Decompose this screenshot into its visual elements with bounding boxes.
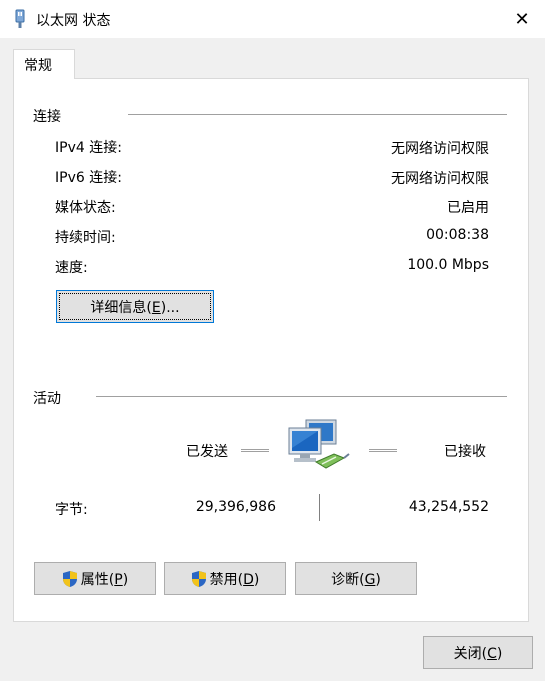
sent-line bbox=[241, 449, 269, 452]
title-bar: 以太网 状态 ✕ bbox=[0, 0, 545, 38]
close-icon: ✕ bbox=[514, 8, 530, 30]
bytes-label: 字节: bbox=[55, 502, 88, 518]
activity-group-divider bbox=[96, 396, 507, 397]
diagnose-button-label: 诊断(G) bbox=[331, 571, 381, 588]
speed-value: 100.0 Mbps bbox=[407, 257, 489, 273]
uac-shield-icon bbox=[191, 570, 206, 587]
tab-general[interactable]: 常规 bbox=[13, 49, 75, 79]
close-button-label: 关闭(C) bbox=[453, 645, 503, 662]
uac-shield-icon bbox=[62, 570, 77, 587]
bytes-received-value: 43,254,552 bbox=[408, 499, 489, 515]
diagnose-button[interactable]: 诊断(G) bbox=[295, 562, 417, 595]
network-computers-icon bbox=[288, 419, 350, 469]
connection-group-label: 连接 bbox=[33, 109, 61, 125]
media-state-value: 已启用 bbox=[447, 200, 489, 216]
ipv4-value: 无网络访问权限 bbox=[391, 141, 489, 157]
details-button[interactable]: 详细信息(E)... bbox=[56, 290, 214, 323]
received-line bbox=[369, 449, 397, 452]
window-title: 以太网 状态 bbox=[36, 13, 111, 29]
ipv4-label: IPv4 连接: bbox=[55, 140, 122, 156]
sent-label: 已发送 bbox=[186, 444, 228, 460]
bytes-sent-value: 29,396,986 bbox=[195, 499, 276, 515]
disable-button[interactable]: 禁用(D) bbox=[164, 562, 286, 595]
received-label: 已接收 bbox=[444, 444, 486, 460]
focus-rect bbox=[59, 293, 211, 320]
close-button[interactable]: 关闭(C) bbox=[423, 636, 533, 669]
tab-panel bbox=[13, 78, 529, 622]
properties-button[interactable]: 属性(P) bbox=[34, 562, 156, 595]
ipv6-label: IPv6 连接: bbox=[55, 170, 122, 186]
close-window-button[interactable]: ✕ bbox=[499, 0, 545, 38]
ipv6-value: 无网络访问权限 bbox=[391, 171, 489, 187]
tab-general-label: 常规 bbox=[24, 58, 52, 74]
connection-group-divider bbox=[128, 114, 507, 115]
media-state-label: 媒体状态: bbox=[55, 200, 116, 216]
duration-value: 00:08:38 bbox=[426, 227, 489, 243]
duration-label: 持续时间: bbox=[55, 230, 116, 246]
disable-button-label: 禁用(D) bbox=[209, 571, 260, 588]
network-adapter-icon bbox=[15, 9, 25, 28]
activity-group-label: 活动 bbox=[33, 391, 61, 407]
activity-separator bbox=[319, 494, 320, 521]
speed-label: 速度: bbox=[55, 260, 88, 276]
properties-button-label: 属性(P) bbox=[80, 571, 129, 588]
